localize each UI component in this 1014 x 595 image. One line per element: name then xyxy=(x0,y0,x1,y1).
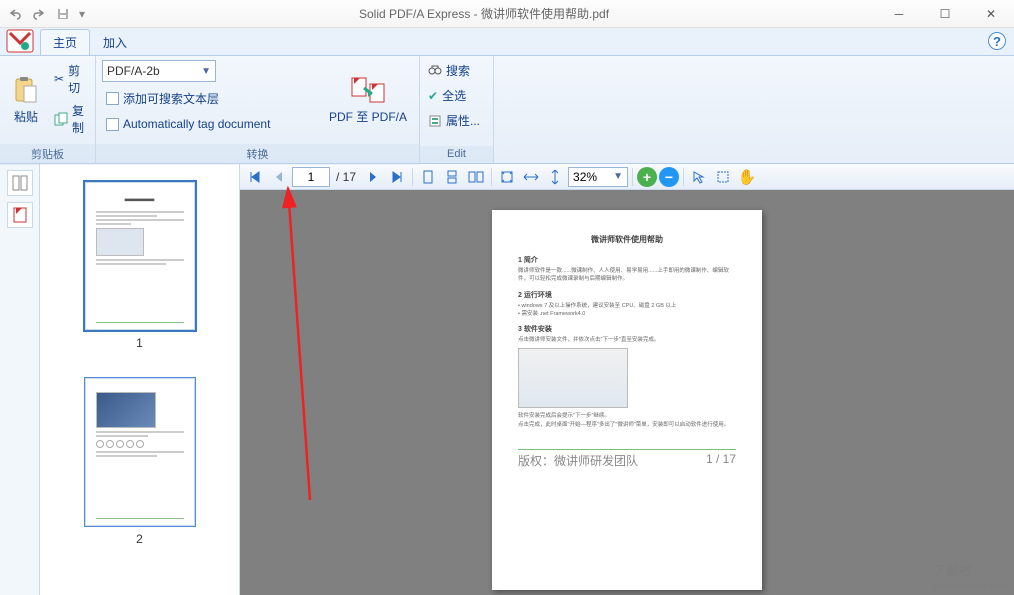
marquee-tool-button[interactable] xyxy=(712,166,734,188)
copy-button[interactable]: 复制 xyxy=(50,100,89,138)
viewer-toolbar: / 17 32%▼ + − ✋ xyxy=(240,164,1014,190)
app-logo[interactable] xyxy=(0,27,40,55)
group-clipboard-label: 剪贴板 xyxy=(0,144,95,165)
paste-button[interactable]: 粘贴 xyxy=(6,60,46,140)
search-button[interactable]: 搜索 xyxy=(424,60,484,81)
next-page-button[interactable] xyxy=(362,166,384,188)
properties-button[interactable]: 属性... xyxy=(424,110,484,131)
group-convert: PDF/A-2b▼ 添加可搜索文本层 Automatically tag doc… xyxy=(96,56,420,163)
cut-button[interactable]: ✂剪切 xyxy=(50,60,89,98)
thumbnail-page-1[interactable]: ━━━━ xyxy=(85,182,195,330)
page-total-label: / 17 xyxy=(332,170,360,184)
page-canvas[interactable]: 微讲师软件使用帮助 1 简介微讲师软件是一款......微课制作、人人使用、易学… xyxy=(240,190,1014,595)
page-number-input[interactable] xyxy=(292,167,330,187)
hand-tool-button[interactable]: ✋ xyxy=(736,166,758,188)
checkbox-auto-tag[interactable]: Automatically tag document xyxy=(102,115,274,133)
help-icon[interactable]: ? xyxy=(988,32,1006,50)
check-icon: ✔ xyxy=(428,89,438,103)
qat-save[interactable] xyxy=(52,3,74,25)
thumbnail-item[interactable]: 2 xyxy=(85,378,195,546)
checkbox-icon xyxy=(106,118,119,131)
thumbnail-panel: ━━━━ 1 2 xyxy=(40,164,240,595)
paste-label: 粘贴 xyxy=(14,108,38,125)
select-tool-button[interactable] xyxy=(688,166,710,188)
group-convert-label: 转换 xyxy=(96,144,419,165)
thumbnail-number: 2 xyxy=(136,532,143,546)
zoom-combo[interactable]: 32%▼ xyxy=(568,167,628,187)
qat-redo[interactable] xyxy=(28,3,50,25)
pdf-to-pdfa-button[interactable]: PDF 至 PDF/A xyxy=(323,60,413,140)
zoom-out-button[interactable]: − xyxy=(659,167,679,187)
window-controls: ─ ☐ ✕ xyxy=(876,0,1014,28)
page-content: 微讲师软件使用帮助 1 简介微讲师软件是一款......微课制作、人人使用、易学… xyxy=(492,210,762,590)
pdf-to-pdfa-label: PDF 至 PDF/A xyxy=(329,108,407,125)
fit-page-button[interactable] xyxy=(496,166,518,188)
tab-home[interactable]: 主页 xyxy=(40,29,90,55)
prev-page-button[interactable] xyxy=(268,166,290,188)
group-edit: 搜索 ✔全选 属性... Edit xyxy=(420,56,494,163)
tab-add[interactable]: 加入 xyxy=(90,29,140,55)
binoculars-icon xyxy=(428,64,442,78)
close-button[interactable]: ✕ xyxy=(968,0,1014,28)
side-icon-rail xyxy=(0,164,40,595)
thumbnails-panel-button[interactable] xyxy=(7,170,33,196)
hand-icon: ✋ xyxy=(738,168,757,186)
facing-view-button[interactable] xyxy=(465,166,487,188)
fit-height-button[interactable] xyxy=(544,166,566,188)
thumbnail-number: 1 xyxy=(136,336,143,350)
group-clipboard: 粘贴 ✂剪切 复制 剪贴板 xyxy=(0,56,96,163)
thumbnail-page-2[interactable] xyxy=(85,378,195,526)
main-area: ━━━━ 1 2 / 17 xyxy=(0,164,1014,595)
chevron-down-icon: ▼ xyxy=(201,66,211,77)
first-page-button[interactable] xyxy=(244,166,266,188)
maximize-button[interactable]: ☐ xyxy=(922,0,968,28)
document-viewer: / 17 32%▼ + − ✋ 微讲师软件使用帮助 1 简介微讲师软件是一款..… xyxy=(240,164,1014,595)
chevron-down-icon: ▼ xyxy=(613,171,623,182)
titlebar: ▾ Solid PDF/A Express - 微讲师软件使用帮助.pdf ─ … xyxy=(0,0,1014,28)
scissors-icon: ✂ xyxy=(54,72,64,86)
last-page-button[interactable] xyxy=(386,166,408,188)
select-all-button[interactable]: ✔全选 xyxy=(424,85,484,106)
window-title: Solid PDF/A Express - 微讲师软件使用帮助.pdf xyxy=(92,5,876,22)
single-page-view-button[interactable] xyxy=(417,166,439,188)
minimize-button[interactable]: ─ xyxy=(876,0,922,28)
tab-strip: 主页 加入 ? xyxy=(0,28,1014,56)
group-edit-label: Edit xyxy=(420,146,493,163)
bookmarks-panel-button[interactable] xyxy=(7,202,33,228)
qat-undo[interactable] xyxy=(4,3,26,25)
copy-icon xyxy=(54,112,68,126)
fit-width-button[interactable] xyxy=(520,166,542,188)
zoom-in-button[interactable]: + xyxy=(637,167,657,187)
continuous-view-button[interactable] xyxy=(441,166,463,188)
properties-icon xyxy=(428,114,442,128)
ribbon: 粘贴 ✂剪切 复制 剪贴板 PDF/A-2b▼ 添加可搜索文本层 Automat… xyxy=(0,56,1014,164)
qat-dropdown[interactable]: ▾ xyxy=(76,3,88,25)
pdfa-version-combo[interactable]: PDF/A-2b▼ xyxy=(102,60,216,82)
doc-title: 微讲师软件使用帮助 xyxy=(518,234,736,245)
checkbox-icon xyxy=(106,92,119,105)
thumbnail-item[interactable]: ━━━━ 1 xyxy=(85,182,195,350)
checkbox-searchable-text[interactable]: 添加可搜索文本层 xyxy=(102,88,274,109)
quick-access-toolbar: ▾ xyxy=(0,3,92,25)
installer-screenshot xyxy=(518,348,628,408)
